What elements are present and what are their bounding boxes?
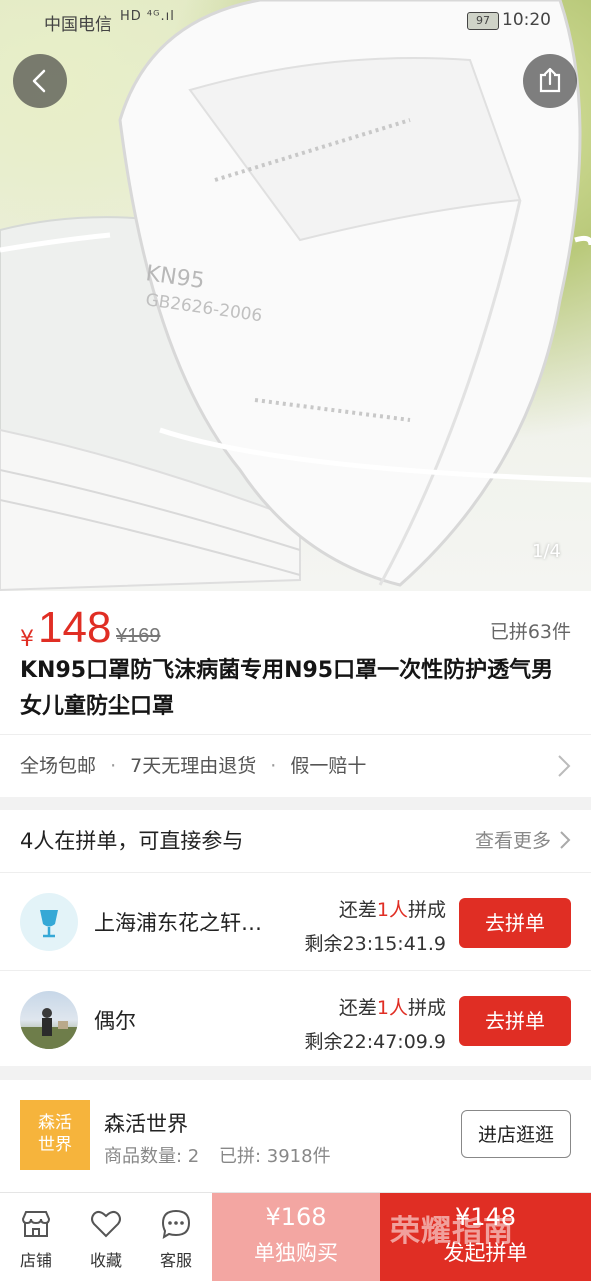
group-buy-title: 4人在拼单，可直接参与 [20,829,244,853]
join-group-button[interactable]: 去拼单 [459,996,571,1046]
group-buy-header: 4人在拼单，可直接参与 查看更多 [20,810,571,872]
store-icon [6,1207,66,1241]
group-buy-section: 4人在拼单，可直接参与 查看更多 上海浦东花之轩… 还差1人拼成 剩余23:15… [0,810,591,1066]
view-more-link[interactable]: 查看更多 [475,810,571,872]
need-prefix: 还差 [338,997,377,1019]
service-free-shipping: 全场包邮 [20,755,97,777]
need-suffix: 拼成 [407,899,446,921]
back-button[interactable] [13,54,67,108]
tab-favorite-label: 收藏 [89,1251,122,1270]
share-icon [539,67,561,93]
clock: 10:20 [502,10,551,30]
status-bar: 中国电信 HD ⁴ᴳ.ıl 97 10:20 [0,0,591,40]
product-title: KN95口罩防飞沫病菌专用N95口罩一次性防护透气男女儿童防尘口罩 [20,658,554,719]
avatar [20,893,78,951]
network-indicator: HD ⁴ᴳ.ıl [120,9,175,24]
battery-icon: 97 [467,12,499,30]
sold-count: 已拼63件 [489,621,571,643]
person-photo-icon [20,1008,78,1049]
group-need: 还差1人拼成 [339,993,446,1020]
group-buy-item: 偶尔 还差1人拼成 剩余22:47:09.9 去拼单 [0,970,591,1069]
buy-alone-button[interactable]: ¥168 单独购买 [212,1193,380,1281]
heart-icon [76,1207,136,1241]
carrier-label: 中国电信 [44,15,112,35]
shop-stats: 商品数量: 2 已拼: 3918件 [104,1142,331,1168]
service-return: 7天无理由退货 [130,755,257,777]
bottom-action-bar: 店铺 收藏 客服 ¥168 单独购买 ¥148 发起拼单 [0,1192,591,1281]
service-genuine: 假一赔十 [290,755,367,777]
group-buy-item: 上海浦东花之轩… 还差1人拼成 剩余23:15:41.9 去拼单 [0,872,591,971]
service-separator: · [270,755,277,777]
shop-logo: 森活 世界 [20,1100,90,1170]
tab-favorite[interactable]: 收藏 [76,1207,136,1271]
need-count: 1人 [376,899,408,921]
chevron-right-icon [557,735,571,801]
tab-store-label: 店铺 [19,1251,52,1270]
single-label: 单独购买 [254,1241,338,1265]
chevron-left-icon [32,69,46,93]
shop-sold-count: 已拼: 3918件 [218,1146,331,1167]
group-price: 148 [38,603,112,652]
group-buy-price: ¥148 [454,1203,517,1231]
currency-symbol: ¥ [20,627,34,652]
countdown: 剩余22:47:09.9 [304,1031,446,1053]
shop-logo-line2: 世界 [38,1135,72,1155]
original-price: ¥169 [116,625,161,647]
need-suffix: 拼成 [407,997,446,1019]
group-need: 还差1人拼成 [339,895,446,922]
avatar [20,991,78,1049]
shop-card: 森活 世界 森活世界 商品数量: 2 已拼: 3918件 进店逛逛 [0,1080,591,1192]
product-image-carousel[interactable]: KN95 GB2626-2006 中国电信 HD ⁴ᴳ.ıl 97 10:20 … [0,0,591,591]
countdown: 剩余23:15:41.9 [304,933,446,955]
view-more-label: 查看更多 [474,830,551,852]
service-guarantees[interactable]: 全场包邮 · 7天无理由退货 · 假一赔十 [0,734,591,796]
glass-icon [40,910,58,938]
start-group-button[interactable]: ¥148 发起拼单 [380,1193,591,1281]
single-price: ¥168 [265,1203,327,1231]
group-leader-name: 偶尔 [94,1009,136,1033]
tab-service[interactable]: 客服 [146,1207,206,1271]
service-separator: · [110,755,117,777]
shop-goods-count: 商品数量: 2 [104,1146,200,1167]
chat-icon [146,1207,206,1241]
tab-service-label: 客服 [159,1251,192,1270]
join-group-button[interactable]: 去拼单 [459,898,571,948]
need-count: 1人 [376,997,408,1019]
shop-name: 森活世界 [104,1112,188,1136]
image-page-indicator: 1/4 [532,541,561,562]
tab-store[interactable]: 店铺 [6,1207,66,1271]
chevron-right-icon [560,831,571,849]
visit-shop-button[interactable]: 进店逛逛 [461,1110,571,1158]
shop-logo-line1: 森活 [38,1113,72,1133]
group-leader-name: 上海浦东花之轩… [94,911,262,935]
need-prefix: 还差 [338,899,377,921]
group-buy-label: 发起拼单 [443,1241,528,1265]
product-image: KN95 GB2626-2006 [0,0,591,591]
share-button[interactable] [523,54,577,108]
